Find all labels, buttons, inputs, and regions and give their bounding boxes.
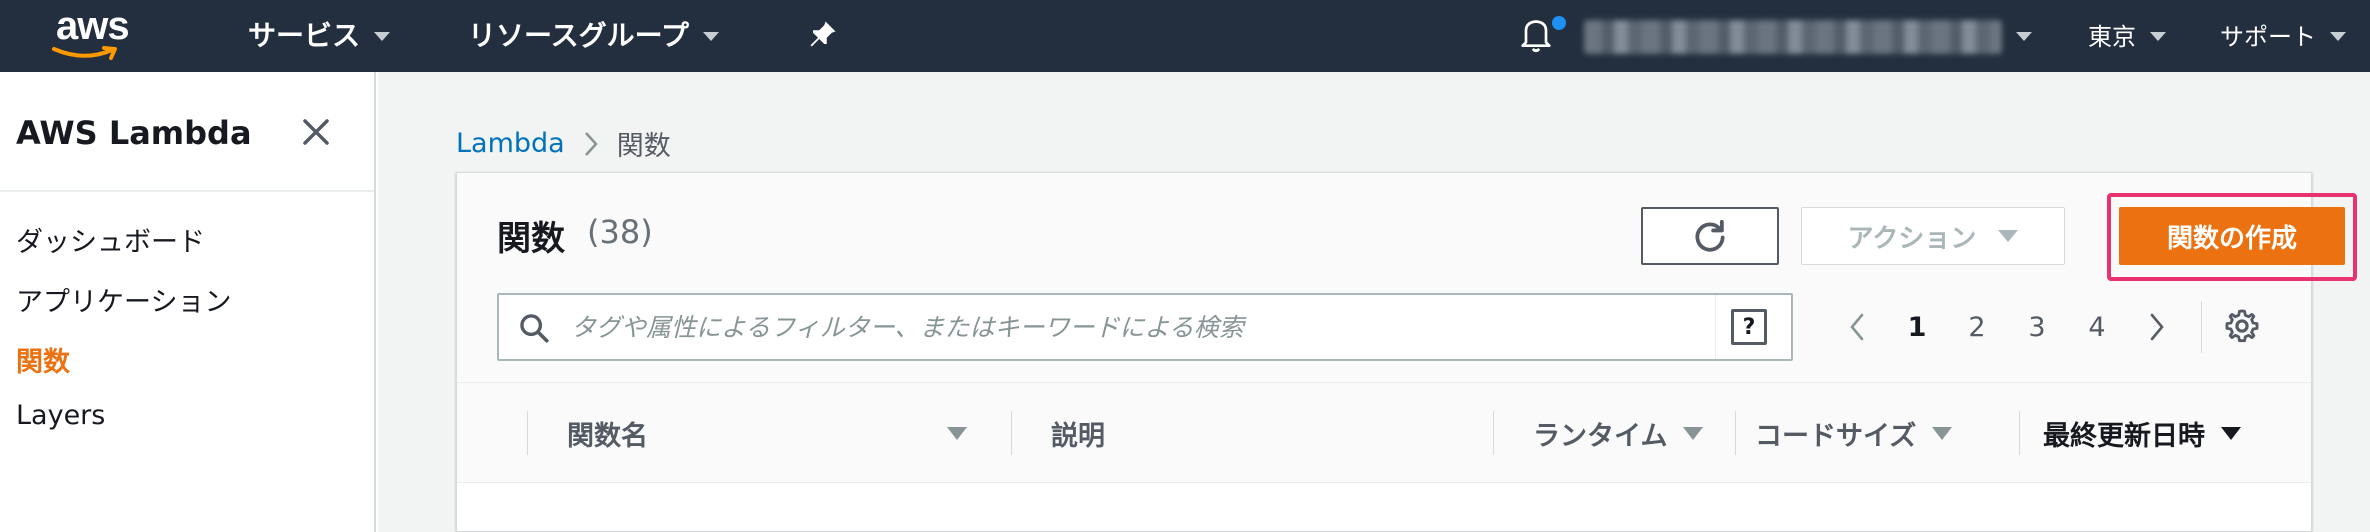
region-menu[interactable]: 東京 [2088, 14, 2166, 54]
page-3-button[interactable]: 3 [2007, 312, 2067, 343]
chevron-down-icon [2150, 31, 2166, 41]
refresh-button[interactable] [1641, 207, 1779, 265]
column-header-runtime[interactable]: ランタイム [1533, 383, 1704, 483]
aws-smile-icon [52, 46, 117, 60]
gear-icon [2225, 309, 2259, 343]
sort-icon [947, 426, 967, 440]
close-sidebar-button[interactable] [296, 112, 336, 152]
chevron-left-icon [1850, 313, 1864, 341]
column-label: 関数名 [567, 420, 648, 452]
search-help-divider [1715, 295, 1716, 359]
column-header-code-size[interactable]: コードサイズ [1755, 383, 1953, 483]
sort-icon [1932, 426, 1953, 440]
aws-logo-text: aws [56, 4, 130, 48]
chevron-down-icon [702, 31, 719, 41]
table-header-row: 関数名 説明 ランタイム コードサイズ 最終更新日時 [457, 383, 2311, 483]
column-divider [1011, 411, 1012, 455]
sort-icon [1683, 426, 1704, 440]
page-2-button[interactable]: 2 [1947, 312, 2007, 343]
column-label: ランタイム [1533, 420, 1668, 452]
sidebar-item-dashboard[interactable]: ダッシュボード [16, 220, 205, 259]
caret-down-icon [1998, 230, 2019, 242]
actions-label: アクション [1847, 223, 1977, 254]
resource-groups-menu[interactable]: リソースグループ [468, 14, 719, 54]
refresh-icon [1695, 219, 1725, 252]
sidebar-title: AWS Lambda [16, 114, 252, 152]
region-label: 東京 [2088, 22, 2136, 51]
column-label: 最終更新日時 [2043, 420, 2205, 452]
column-header-last-modified[interactable]: 最終更新日時 [2043, 383, 2241, 483]
support-label: サポート [2220, 22, 2316, 51]
search-input[interactable] [571, 305, 1691, 349]
functions-table-panel: 関数 (38) アクション 関数の作成 タグや属性によるフィルター、またはキーワ… [456, 172, 2357, 532]
resource-groups-label: リソースグループ [468, 19, 689, 52]
search-box: ? [497, 293, 1793, 361]
notification-badge [1552, 16, 1566, 30]
services-menu[interactable]: サービス [248, 14, 391, 54]
account-menu-redacted[interactable] [1584, 20, 2002, 54]
top-navigation-bar: aws サービス リソースグループ 東京 サポート [0, 0, 2370, 72]
sidebar-item-functions[interactable]: 関数 [16, 340, 70, 379]
aws-logo[interactable]: aws [48, 4, 144, 66]
settings-divider [2201, 301, 2202, 353]
create-function-button[interactable]: 関数の作成 [2119, 207, 2345, 265]
panel-header: 関数 (38) アクション 関数の作成 タグや属性によるフィルター、またはキーワ… [457, 173, 2357, 383]
support-menu[interactable]: サポート [2220, 14, 2346, 54]
chevron-right-icon [584, 131, 598, 156]
breadcrumb-lambda-link[interactable]: Lambda [456, 128, 565, 159]
sidebar-item-layers[interactable]: Layers [16, 400, 105, 431]
sidebar-item-applications[interactable]: アプリケーション [16, 280, 231, 319]
main-content: Lambda 関数 関数 (38) アクション 関数の作成 タグや属性によるフィ… [378, 72, 2370, 532]
sort-icon [2221, 426, 2241, 440]
breadcrumb: Lambda 関数 [456, 124, 671, 163]
column-divider [1735, 411, 1736, 455]
breadcrumb-current: 関数 [616, 131, 671, 162]
pin-icon [810, 21, 836, 47]
page-1-button[interactable]: 1 [1887, 312, 1947, 343]
next-page-button[interactable] [2127, 311, 2187, 343]
previous-page-button[interactable] [1827, 311, 1887, 343]
bell-icon [1521, 20, 1551, 52]
search-icon [520, 314, 549, 343]
column-header-function-name[interactable]: 関数名 [567, 383, 967, 483]
sidebar: AWS Lambda ダッシュボード アプリケーション 関数 Layers [0, 72, 376, 532]
chevron-down-icon [374, 31, 391, 41]
column-label: コードサイズ [1755, 420, 1917, 452]
page-4-button[interactable]: 4 [2067, 312, 2127, 343]
function-count: (38) [587, 213, 653, 251]
column-divider [527, 411, 528, 455]
chevron-down-icon [2016, 32, 2032, 41]
column-divider [1493, 411, 1494, 455]
column-header-description[interactable]: 説明 [1051, 383, 1105, 483]
column-divider [2019, 411, 2020, 455]
chevron-right-icon [2150, 313, 2164, 341]
panel-title: 関数 [497, 219, 565, 259]
services-label: サービス [248, 19, 361, 52]
actions-dropdown[interactable]: アクション [1801, 207, 2065, 265]
pin-button[interactable] [808, 14, 838, 54]
sidebar-divider [0, 190, 374, 192]
chevron-down-icon [2330, 31, 2346, 41]
close-icon [303, 119, 329, 145]
settings-button[interactable] [2223, 307, 2263, 347]
create-function-label: 関数の作成 [2166, 223, 2297, 254]
pagination: 1 2 3 4 [1827, 293, 2187, 361]
help-icon[interactable]: ? [1731, 309, 1767, 345]
column-label: 説明 [1051, 420, 1105, 452]
